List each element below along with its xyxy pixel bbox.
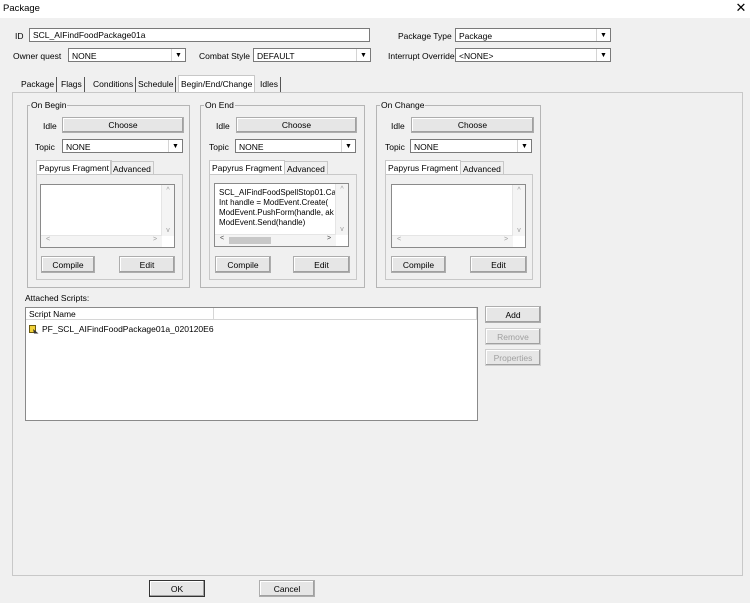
tab-advanced[interactable]: Advanced — [460, 161, 504, 175]
column-header-empty — [214, 308, 477, 320]
attached-scripts-label: Attached Scripts: — [25, 293, 90, 303]
fragment-editor[interactable]: ^ v < > — [40, 184, 175, 248]
script-icon — [29, 324, 39, 334]
ok-button[interactable]: OK — [149, 580, 205, 597]
fragment-editor[interactable]: ^ v < > — [391, 184, 526, 248]
scroll-right-icon[interactable]: > — [324, 235, 334, 242]
attached-scripts-list[interactable]: Script Name PF_SCL_AIFindFoodPackage01a_… — [25, 307, 478, 421]
package-type-select[interactable]: Package ▼ — [455, 28, 611, 42]
choose-button[interactable]: Choose — [411, 117, 534, 133]
horizontal-scrollbar[interactable]: < > — [392, 235, 513, 247]
topic-label: Topic — [209, 142, 229, 152]
scroll-up-icon[interactable]: ^ — [337, 186, 347, 193]
combat-style-select[interactable]: DEFAULT ▼ — [253, 48, 371, 62]
scroll-down-icon[interactable]: v — [163, 227, 173, 234]
scroll-left-icon[interactable]: < — [43, 236, 53, 243]
scroll-up-icon[interactable]: ^ — [163, 187, 173, 194]
title-bar: Package ✕ — [0, 0, 750, 18]
code-line: ModEvent.PushForm(handle, ak — [219, 208, 334, 217]
tab-papyrus-fragment[interactable]: Papyrus Fragment — [209, 160, 285, 174]
tab-conditions[interactable]: Conditions — [91, 77, 137, 92]
tab-papyrus-fragment[interactable]: Papyrus Fragment — [36, 160, 112, 174]
horizontal-scrollbar[interactable]: < > — [41, 235, 162, 247]
script-name: PF_SCL_AIFindFoodPackage01a_020120E6 — [42, 324, 214, 334]
edit-button[interactable]: Edit — [293, 256, 350, 273]
code-line: Int handle = ModEvent.Create( — [219, 198, 329, 207]
properties-button[interactable]: Properties — [485, 349, 541, 366]
tab-schedule[interactable]: Schedule — [136, 77, 177, 92]
owner-quest-select[interactable]: NONE ▼ — [68, 48, 186, 62]
scroll-left-icon[interactable]: < — [217, 235, 227, 242]
topic-select[interactable]: NONE ▼ — [235, 139, 356, 153]
id-label: ID — [15, 31, 24, 41]
choose-button[interactable]: Choose — [62, 117, 184, 133]
idle-label: Idle — [216, 121, 230, 131]
vertical-scrollbar[interactable]: ^ v — [335, 184, 348, 235]
compile-button[interactable]: Compile — [391, 256, 446, 273]
topic-value: NONE — [66, 142, 91, 152]
idle-label: Idle — [43, 121, 57, 131]
chevron-down-icon: ▼ — [596, 49, 610, 61]
id-input[interactable]: SCL_AIFindFoodPackage01a — [29, 28, 370, 42]
scroll-up-icon[interactable]: ^ — [514, 187, 524, 194]
edit-button[interactable]: Edit — [119, 256, 175, 273]
fragment-editor[interactable]: SCL_AIFindFoodSpellStop01.Ca Int handle =… — [214, 183, 349, 247]
fragment-code: SCL_AIFindFoodSpellStop01.Ca Int handle =… — [219, 188, 336, 228]
topic-select[interactable]: NONE ▼ — [62, 139, 183, 153]
add-script-button[interactable]: Add — [485, 306, 541, 323]
scroll-down-icon[interactable]: v — [514, 227, 524, 234]
owner-quest-value: NONE — [72, 51, 97, 61]
on-begin-legend: On Begin — [30, 100, 68, 110]
tab-package[interactable]: Package — [19, 77, 58, 92]
idle-label: Idle — [391, 121, 405, 131]
compile-button[interactable]: Compile — [41, 256, 95, 273]
package-type-value: Package — [459, 31, 493, 41]
package-type-label: Package Type — [398, 31, 452, 41]
close-icon[interactable]: ✕ — [734, 1, 748, 15]
tab-begin-end-change[interactable]: Begin/End/Change — [178, 75, 256, 93]
topic-label: Topic — [35, 142, 55, 152]
scroll-right-icon[interactable]: > — [150, 236, 160, 243]
tab-idles[interactable]: Idles — [258, 77, 281, 92]
edit-button[interactable]: Edit — [470, 256, 527, 273]
on-change-legend: On Change — [380, 100, 426, 110]
on-end-legend: On End — [204, 100, 235, 110]
chevron-down-icon: ▼ — [356, 49, 370, 61]
combat-style-label: Combat Style — [199, 51, 251, 61]
remove-script-button[interactable]: Remove — [485, 328, 541, 345]
scroll-down-icon[interactable]: v — [337, 226, 347, 233]
cancel-button[interactable]: Cancel — [259, 580, 315, 597]
tab-papyrus-fragment[interactable]: Papyrus Fragment — [385, 160, 461, 174]
interrupt-override-select[interactable]: <NONE> ▼ — [455, 48, 611, 62]
compile-button[interactable]: Compile — [215, 256, 271, 273]
window-title: Package — [3, 3, 40, 14]
choose-button[interactable]: Choose — [236, 117, 357, 133]
vertical-scrollbar[interactable]: ^ v — [161, 185, 174, 236]
chevron-down-icon: ▼ — [341, 140, 355, 152]
topic-value: NONE — [414, 142, 439, 152]
chevron-down-icon: ▼ — [596, 29, 610, 41]
combat-style-value: DEFAULT — [257, 51, 295, 61]
list-item[interactable]: PF_SCL_AIFindFoodPackage01a_020120E6 — [29, 323, 214, 335]
scroll-thumb[interactable] — [229, 237, 271, 244]
chevron-down-icon: ▼ — [171, 49, 185, 61]
owner-quest-label: Owner quest — [13, 51, 62, 61]
scroll-left-icon[interactable]: < — [394, 236, 404, 243]
tab-advanced[interactable]: Advanced — [284, 161, 328, 175]
chevron-down-icon: ▼ — [517, 140, 531, 152]
tab-advanced[interactable]: Advanced — [110, 161, 154, 175]
scroll-right-icon[interactable]: > — [501, 236, 511, 243]
chevron-down-icon: ▼ — [168, 140, 182, 152]
tab-flags[interactable]: Flags — [59, 77, 85, 92]
horizontal-scrollbar[interactable]: < > — [215, 234, 336, 246]
code-line: SCL_AIFindFoodSpellStop01.Ca — [219, 188, 336, 197]
topic-label: Topic — [385, 142, 405, 152]
topic-value: NONE — [239, 142, 264, 152]
interrupt-override-value: <NONE> — [459, 51, 494, 61]
interrupt-override-label: Interrupt Override — [388, 51, 455, 61]
column-header-script-name[interactable]: Script Name — [26, 308, 214, 320]
topic-select[interactable]: NONE ▼ — [410, 139, 532, 153]
code-line: ModEvent.Send(handle) — [219, 218, 306, 227]
vertical-scrollbar[interactable]: ^ v — [512, 185, 525, 236]
